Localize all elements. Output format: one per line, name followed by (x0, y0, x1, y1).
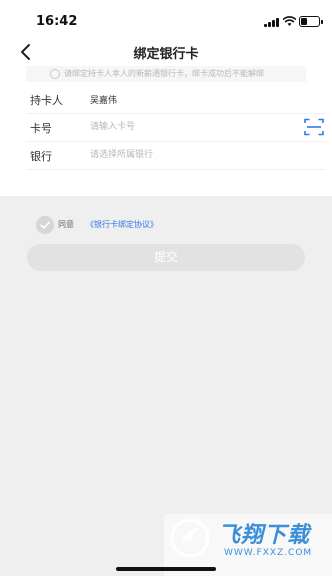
cardholder-value: 吴嘉伟 (90, 96, 118, 106)
home-indicator (116, 567, 216, 571)
battery-icon (299, 16, 323, 27)
watermark-logo-icon (170, 518, 210, 558)
wifi-icon (283, 16, 296, 26)
submit-button[interactable]: 提交 (27, 244, 305, 271)
status-time: 16:42 (36, 14, 78, 29)
bank-label: 银行 (30, 150, 52, 163)
card-number-label: 卡号 (30, 122, 52, 135)
cardholder-row: 持卡人 吴嘉伟 (26, 86, 326, 114)
form-panel: 16:42 绑定银行卡 请绑定持卡人本人的新薪通银行卡，绑卡成功后不能解绑 持卡… (0, 0, 332, 196)
nav-bar: 绑定银行卡 (0, 40, 332, 64)
checkbox-check-icon[interactable] (36, 216, 54, 234)
cardholder-label: 持卡人 (30, 94, 63, 107)
watermark-title: 飞翔下载 (218, 523, 311, 548)
agreement-link[interactable]: 《银行卡绑定协议》 (86, 219, 158, 230)
cellular-signal-icon (264, 18, 280, 27)
card-number-row: 卡号 (26, 114, 326, 142)
watermark-url: WWW.FXXZ.COM (224, 548, 313, 558)
info-icon (50, 69, 60, 79)
page-title: 绑定银行卡 (133, 47, 199, 62)
bank-row[interactable]: 银行 (26, 142, 326, 170)
notice-banner: 请绑定持卡人本人的新薪通银行卡，绑卡成功后不能解绑 (26, 66, 306, 82)
bank-select[interactable] (90, 146, 290, 164)
scan-icon[interactable] (304, 118, 324, 136)
notice-text: 请绑定持卡人本人的新薪通银行卡，绑卡成功后不能解绑 (64, 69, 264, 78)
status-bar: 16:42 (0, 0, 332, 44)
agreement-prefix: 同意 (58, 220, 74, 229)
card-number-input[interactable] (90, 118, 290, 136)
